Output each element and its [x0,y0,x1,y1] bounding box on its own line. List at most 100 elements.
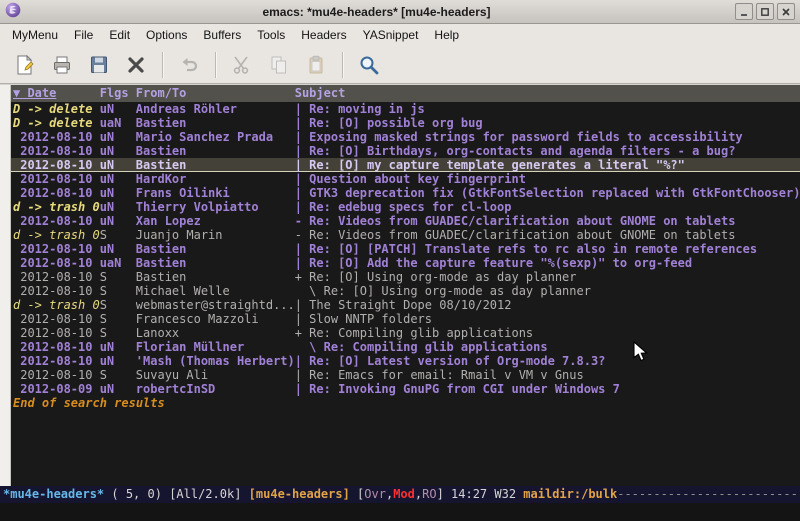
copy-button[interactable] [264,50,294,80]
message-subject: + Re: Compiling glib applications [295,326,800,340]
menu-item-headers[interactable]: Headers [293,25,354,45]
message-date: 2012-08-10 [11,284,100,298]
print-button[interactable] [47,50,77,80]
message-date: d -> trash 0 [11,228,100,242]
message-date: 2012-08-10 [11,242,100,256]
scrollbar[interactable] [0,85,11,486]
message-row[interactable]: 2012-08-10uNMario Sanchez Prada| Exposin… [11,130,800,144]
mode-line-segment: ---------------------------- [617,487,800,501]
new-file-button[interactable] [10,50,40,80]
mode-line-segment: ( 5, 0) [104,487,169,501]
menu-item-yasnippet[interactable]: YASnippet [355,25,427,45]
message-row[interactable]: 2012-08-09uNrobertcInSD| Re: Invoking Gn… [11,382,800,396]
undo-button[interactable] [174,50,204,80]
message-row[interactable]: D -> deleteuNAndreas Röhler| Re: moving … [11,102,800,116]
menu-item-options[interactable]: Options [138,25,195,45]
message-from: Suvayu Ali [136,368,295,382]
menu-item-mymenu[interactable]: MyMenu [4,25,66,45]
message-row[interactable]: 2012-08-10uN'Mash (Thomas Herbert)| Re: … [11,354,800,368]
message-flags: uN [100,130,136,144]
message-flags: S [100,326,136,340]
message-flags: uN [100,382,136,396]
message-date: 2012-08-10 [11,256,100,270]
message-row[interactable]: 2012-08-10SSuvayu Ali| Re: Emacs for ema… [11,368,800,382]
message-flags: uaN [100,116,136,130]
message-subject: | Exposing masked strings for password f… [295,130,800,144]
message-row[interactable]: d -> trash 0Swebmaster@straightd...| The… [11,298,800,312]
message-row[interactable]: 2012-08-10uNBastien| Re: [O] [PATCH] Tra… [11,242,800,256]
message-row[interactable]: D -> deleteuaNBastien| Re: [O] possible … [11,116,800,130]
search-icon [358,54,380,76]
message-row[interactable]: 2012-08-10uNBastien| Re: [O] Birthdays, … [11,144,800,158]
column-header-subject[interactable]: Subject [295,85,800,102]
message-subject: | Re: [O] Birthdays, org-contacts and ag… [295,144,800,158]
message-list: D -> deleteuNAndreas Röhler| Re: moving … [11,102,800,396]
mode-line-segment: Mod [393,487,415,501]
menu-item-file[interactable]: File [66,25,101,45]
message-from: Bastien [136,144,295,158]
mode-line-segment: [mu4e-headers] [249,487,357,501]
paste-icon [305,54,327,76]
message-date: d -> trash 0 [11,298,100,312]
message-date: 2012-08-10 [11,186,100,200]
message-row[interactable]: d -> trash 0uNThierry Volpiatto| Re: ede… [11,200,800,214]
column-header-from[interactable]: From/To [136,85,295,102]
message-row[interactable]: 2012-08-10uNFlorian Müllner \ Re: Compil… [11,340,800,354]
toolbar-separator [342,52,344,78]
menu-item-buffers[interactable]: Buffers [195,25,249,45]
message-from: Xan Lopez [136,214,295,228]
message-subject: - Re: Videos from GUADEC/clarification a… [295,228,800,242]
message-row[interactable]: 2012-08-10uNFrans Oilinki| GTK3 deprecat… [11,186,800,200]
copy-icon [268,54,290,76]
mode-line-segment: RO [422,487,436,501]
message-row[interactable]: 2012-08-10uNXan Lopez- Re: Videos from G… [11,214,800,228]
close-button[interactable] [777,3,795,20]
end-of-results-text: End of search results [11,396,800,410]
message-from: Lanoxx [136,326,295,340]
message-row[interactable]: 2012-08-10SBastien+ Re: [O] Using org-mo… [11,270,800,284]
message-subject: + Re: [O] Using org-mode as day planner [295,270,800,284]
column-header-date[interactable]: ▼ Date [11,85,100,102]
message-flags: uN [100,172,136,186]
message-flags: uN [100,102,136,116]
message-flags: uaN [100,256,136,270]
close-buffer-button[interactable] [121,50,151,80]
message-row[interactable]: 2012-08-10SLanoxx+ Re: Compiling glib ap… [11,326,800,340]
message-date: 2012-08-10 [11,340,100,354]
message-row[interactable]: 2012-08-10SFrancesco Mazzoli| Slow NNTP … [11,312,800,326]
message-subject: | Re: [O] [PATCH] Translate refs to rc a… [295,242,800,256]
message-row[interactable]: 2012-08-10uaNBastien| Re: [O] Add the ca… [11,256,800,270]
menu-bar: MyMenuFileEditOptionsBuffersToolsHeaders… [0,24,800,46]
message-subject: | Question about key fingerprint [295,172,800,186]
save-button[interactable] [84,50,114,80]
mode-line-segment: W32 [494,487,523,501]
minimize-icon [739,7,749,17]
mode-line-segment: ] [437,487,451,501]
maximize-button[interactable] [756,3,774,20]
message-row[interactable]: d -> trash 0SJuanjo Marin- Re: Videos fr… [11,228,800,242]
message-flags: S [100,270,136,284]
message-subject: | Re: [O] possible org bug [295,116,800,130]
cut-button[interactable] [227,50,257,80]
search-button[interactable] [354,50,384,80]
message-row[interactable]: 2012-08-10uNBastien| Re: [O] my capture … [11,158,800,172]
minimize-button[interactable] [735,3,753,20]
message-row[interactable]: 2012-08-10SMichael Welle \ Re: [O] Using… [11,284,800,298]
menu-item-help[interactable]: Help [426,25,467,45]
close-icon [781,7,791,17]
paste-button[interactable] [301,50,331,80]
message-subject: | Re: [O] my capture template generates … [295,158,800,172]
message-subject: | Re: Invoking GnuPG from CGI under Wind… [295,382,800,396]
menu-item-edit[interactable]: Edit [101,25,138,45]
save-icon [88,54,110,76]
message-date: d -> trash 0 [11,200,100,214]
message-from: Michael Welle [136,284,295,298]
message-date: 2012-08-10 [11,368,100,382]
mode-line: *mu4e-headers* ( 5, 0) [All/2.0k] [mu4e-… [0,486,800,503]
column-header-flags[interactable]: Flgs [100,85,136,102]
message-row[interactable]: 2012-08-10uNHardKor| Question about key … [11,172,800,186]
message-from: Thierry Volpiatto [136,200,295,214]
message-date: 2012-08-10 [11,326,100,340]
undo-icon [178,54,200,76]
menu-item-tools[interactable]: Tools [249,25,293,45]
